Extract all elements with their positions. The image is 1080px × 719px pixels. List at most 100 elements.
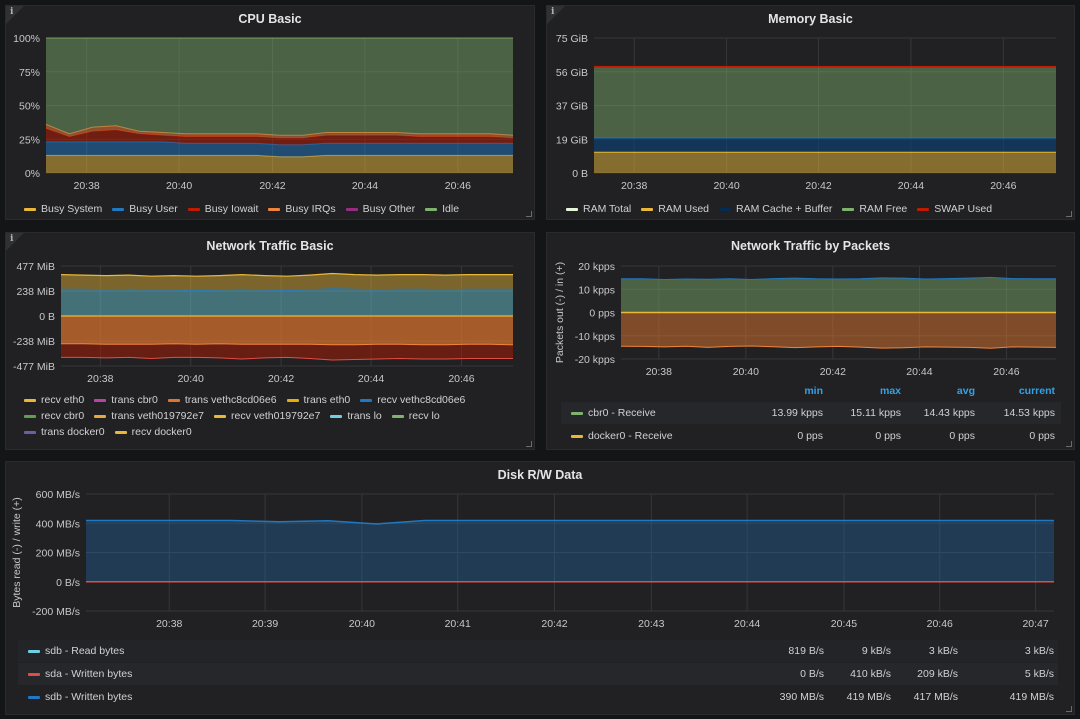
legend-swatch: [842, 207, 855, 211]
resize-handle[interactable]: [1066, 706, 1072, 712]
legend-column-max[interactable]: max: [880, 385, 901, 397]
ram-free-area: [594, 66, 1056, 138]
x-tick-label: 20:44: [898, 180, 924, 192]
legend-label: trans vethc8cd06e6: [184, 394, 277, 406]
legend-value: 15.11 kpps: [850, 407, 901, 419]
legend-value: 0 B/s: [800, 668, 824, 680]
legend-row[interactable]: cbr0 - Receive 13.99 kpps 15.11 kpps 14.43 …: [561, 402, 1061, 424]
legend-item[interactable]: RAM Total: [566, 203, 631, 215]
y-tick-label: 75%: [19, 67, 40, 79]
legend-label: SWAP Used: [934, 203, 993, 215]
legend-item[interactable]: Busy Other: [345, 203, 416, 215]
cpu-legend: Busy System Busy User Busy Iowait Busy IRQs…: [24, 203, 469, 215]
legend-item[interactable]: recv lo: [391, 410, 440, 422]
legend-item[interactable]: Busy IRQs: [268, 203, 336, 215]
legend-item[interactable]: recv docker0: [114, 426, 192, 438]
legend-swatch: [167, 398, 180, 402]
y-tick-label: -477 MiB: [13, 361, 55, 373]
legend-swatch: [24, 207, 36, 211]
legend-series-name: sda - Written bytes: [28, 668, 132, 680]
memory-chart[interactable]: 0 B 19 GiB 37 GiB 56 GiB 75 GiB 20:38 20:40 20:…: [547, 6, 1076, 221]
legend-item[interactable]: trans docker0: [24, 426, 105, 438]
legend-item[interactable]: recv cbr0: [24, 410, 84, 422]
network-packets-panel: Network Traffic by Packets -20 kpps -10 k…: [546, 232, 1075, 450]
resize-handle[interactable]: [526, 211, 532, 217]
legend-item[interactable]: Busy System: [24, 203, 102, 215]
resize-handle[interactable]: [526, 441, 532, 447]
legend-item[interactable]: trans cbr0: [94, 394, 158, 406]
y-tick-label: 20 kpps: [578, 261, 615, 273]
legend-column-min[interactable]: min: [804, 385, 823, 397]
legend-row[interactable]: sdb - Read bytes 819 B/s 9 kB/s 3 kB/s 3 kB/…: [18, 640, 1058, 662]
legend-item[interactable]: recv vethc8cd06e6: [360, 394, 465, 406]
legend-swatch: [112, 207, 125, 211]
legend-label: trans eth0: [303, 394, 351, 406]
legend-item[interactable]: Idle: [425, 203, 459, 215]
y-tick-label: 477 MiB: [16, 261, 55, 273]
legend-item[interactable]: RAM Free: [842, 203, 907, 215]
legend-item[interactable]: RAM Cache + Buffer: [719, 203, 832, 215]
legend-item[interactable]: recv veth019792e7: [214, 410, 320, 422]
legend-series-name: cbr0 - Receive: [571, 407, 656, 419]
legend-value: 14.53 kpps: [1003, 407, 1055, 419]
legend-label: sdb - Written bytes: [45, 691, 133, 703]
legend-item[interactable]: recv eth0: [24, 394, 84, 406]
y-tick-label: 10 kpps: [578, 284, 615, 296]
y-tick-label: -238 MiB: [13, 336, 55, 348]
legend-item[interactable]: Busy User: [112, 203, 178, 215]
resize-handle[interactable]: [1066, 211, 1072, 217]
legend-label: Busy User: [129, 203, 178, 215]
legend-column-current[interactable]: current: [1019, 385, 1055, 397]
network-traffic-legend: recv eth0 trans cbr0 trans vethc8cd06e6 tra…: [24, 394, 534, 438]
x-tick-label: 20:42: [805, 180, 831, 192]
legend-label: Busy Iowait: [204, 203, 259, 215]
x-tick-label: 20:38: [73, 180, 99, 192]
cpu-chart[interactable]: 0% 25% 50% 75% 100% 20:38 20:40 20:42 20:44 20:46: [6, 6, 536, 221]
x-tick-label: 20:40: [166, 180, 192, 192]
legend-label: RAM Free: [859, 203, 908, 215]
legend-label: recv cbr0: [41, 410, 85, 422]
legend-value: 417 MB/s: [913, 691, 958, 703]
y-tick-label: -200 MB/s: [32, 606, 80, 618]
legend-label: RAM Used: [658, 203, 710, 215]
x-tick-label: 20:46: [927, 618, 953, 630]
legend-row[interactable]: sda - Written bytes 0 B/s 410 kB/s 209 kB/s…: [18, 663, 1058, 685]
legend-item[interactable]: trans vethc8cd06e6: [167, 394, 277, 406]
legend-row[interactable]: sdb - Written bytes 390 MB/s 419 MB/s 417 M…: [18, 686, 1058, 708]
legend-swatch: [360, 398, 373, 402]
legend-item[interactable]: trans lo: [330, 410, 382, 422]
legend-label: recv eth0: [41, 394, 85, 406]
legend-label: RAM Total: [583, 203, 632, 215]
legend-item[interactable]: RAM Used: [641, 203, 709, 215]
legend-value: 410 kB/s: [850, 668, 891, 680]
x-tick-label: 20:47: [1022, 618, 1048, 630]
legend-item[interactable]: Busy Iowait: [187, 203, 259, 215]
legend-swatch: [719, 207, 732, 211]
legend-swatch: [24, 430, 36, 434]
cpu-area-0: [46, 155, 513, 173]
legend-label: Busy Other: [362, 203, 416, 215]
legend-label: cbr0 - Receive: [588, 407, 656, 419]
legend-value: 209 kB/s: [917, 668, 958, 680]
legend-column-avg[interactable]: avg: [957, 385, 975, 397]
legend-item[interactable]: trans eth0: [286, 394, 351, 406]
x-tick-label: 20:44: [358, 373, 384, 385]
legend-label: Idle: [442, 203, 460, 215]
x-tick-label: 20:40: [178, 373, 204, 385]
legend-row[interactable]: docker0 - Receive 0 pps 0 pps 0 pps 0 pps: [561, 425, 1061, 447]
y-tick-label: 200 MB/s: [36, 548, 80, 560]
x-tick-label: 20:38: [646, 366, 672, 378]
x-tick-label: 20:46: [445, 180, 471, 192]
ram-used-area: [594, 152, 1056, 173]
x-tick-label: 20:40: [733, 366, 759, 378]
legend-item[interactable]: SWAP Used: [917, 203, 992, 215]
legend-swatch: [94, 414, 107, 418]
legend-value: 0 pps: [1029, 430, 1055, 442]
legend-label: Busy System: [41, 203, 103, 215]
resize-handle[interactable]: [1066, 441, 1072, 447]
legend-item[interactable]: trans veth019792e7: [94, 410, 204, 422]
legend-swatch: [94, 398, 107, 402]
legend-value: 390 MB/s: [779, 691, 824, 703]
legend-swatch: [24, 414, 36, 418]
x-tick-label: 20:42: [541, 618, 567, 630]
